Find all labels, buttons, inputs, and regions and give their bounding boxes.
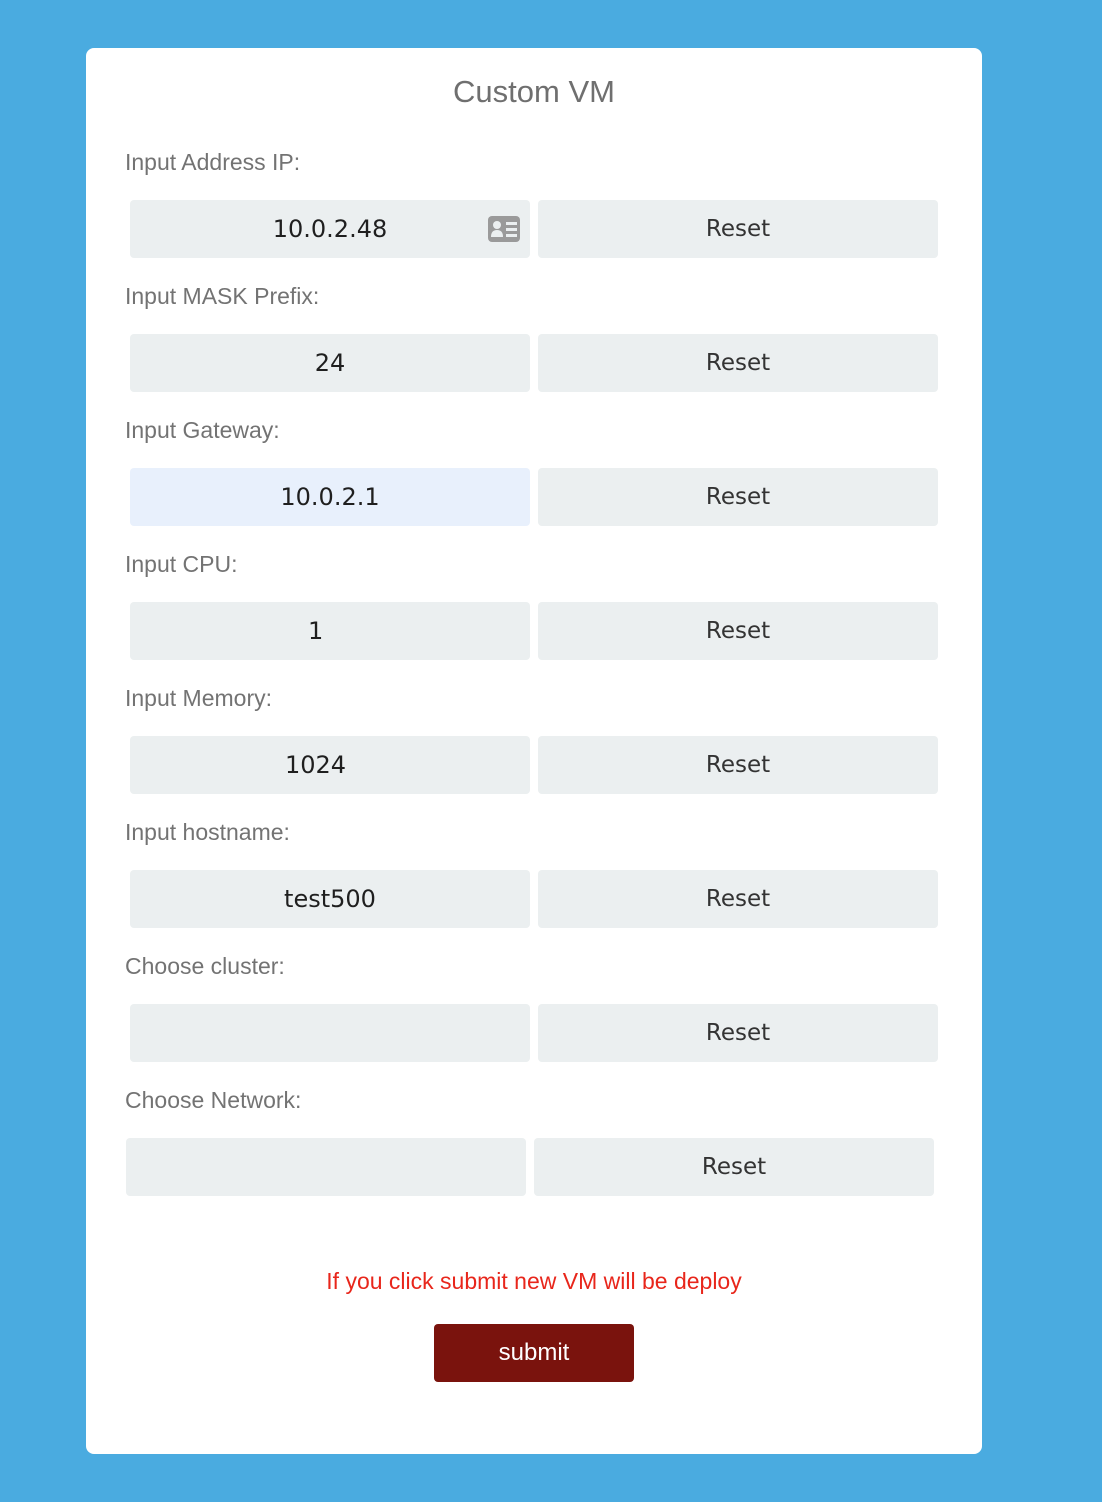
gateway-label: Input Gateway:: [125, 417, 280, 443]
network-label: Choose Network:: [125, 1087, 302, 1113]
reset-memory-button[interactable]: Reset: [538, 736, 938, 794]
ip-address-value: 10.0.2.48: [272, 215, 388, 243]
memory-label: Input Memory:: [125, 685, 272, 711]
reset-ip-address-button[interactable]: Reset: [538, 200, 938, 258]
cpu-input[interactable]: 1: [130, 602, 530, 660]
gateway-value: 10.0.2.1: [280, 483, 380, 511]
reset-network-button[interactable]: Reset: [534, 1138, 934, 1196]
gateway-input[interactable]: 10.0.2.1: [130, 468, 530, 526]
hostname-value: test500: [284, 885, 376, 913]
submit-button[interactable]: submit: [434, 1324, 634, 1382]
mask-prefix-value: 24: [314, 349, 346, 377]
mask-prefix-input[interactable]: 24: [130, 334, 530, 392]
memory-value: 1024: [285, 751, 347, 779]
cluster-label: Choose cluster:: [125, 953, 285, 979]
hostname-input[interactable]: test500: [130, 870, 530, 928]
cpu-value: 1: [308, 617, 324, 645]
custom-vm-card: Custom VM Input Address IP: 10.0.2.48 Re…: [86, 48, 982, 1454]
reset-cluster-button[interactable]: Reset: [538, 1004, 938, 1062]
cpu-label: Input CPU:: [125, 551, 238, 577]
ip-address-input[interactable]: 10.0.2.48: [130, 200, 530, 258]
reset-hostname-button[interactable]: Reset: [538, 870, 938, 928]
page-title: Custom VM: [453, 74, 615, 109]
contact-card-icon[interactable]: [488, 216, 520, 242]
network-select[interactable]: [126, 1138, 526, 1196]
mask-prefix-label: Input MASK Prefix:: [125, 283, 320, 309]
hostname-label: Input hostname:: [125, 819, 290, 845]
reset-cpu-button[interactable]: Reset: [538, 602, 938, 660]
cluster-select[interactable]: [130, 1004, 530, 1062]
reset-gateway-button[interactable]: Reset: [538, 468, 938, 526]
ip-address-label: Input Address IP:: [125, 149, 301, 175]
reset-mask-prefix-button[interactable]: Reset: [538, 334, 938, 392]
deploy-warning-text: If you click submit new VM will be deplo…: [326, 1268, 742, 1294]
memory-input[interactable]: 1024: [130, 736, 530, 794]
